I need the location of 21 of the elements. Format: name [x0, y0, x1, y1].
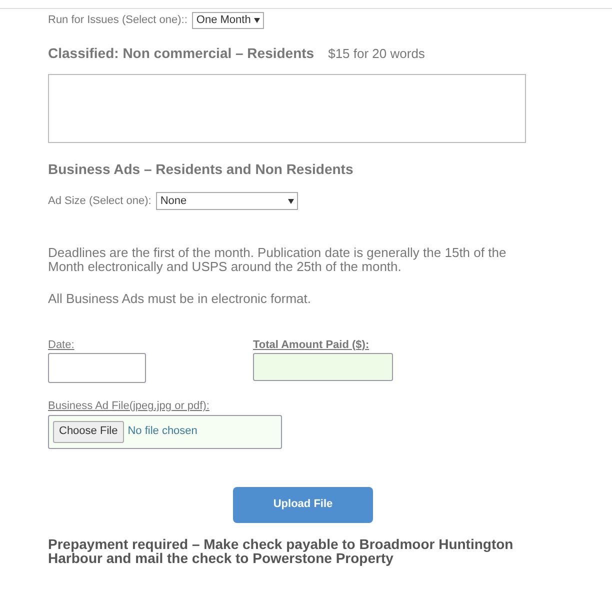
file-field[interactable]: Choose File No file chosen	[48, 414, 282, 448]
file-status: No file chosen	[128, 424, 198, 440]
deadline-note: Deadlines are the first of the month. Publication date is generally the 15th of the Month electronically and USPS around the 25th of the month.	[48, 246, 508, 274]
date-label: Date:	[48, 338, 76, 352]
ad-size-label: Ad Size (Select one):	[48, 194, 152, 209]
total-amount-field[interactable]	[253, 353, 393, 381]
format-note: All Business Ads must be in electronic format.	[48, 290, 312, 308]
date-field[interactable]	[48, 353, 146, 383]
classified-price: $15 for 20 words	[328, 45, 425, 63]
classified-text-area[interactable]	[48, 74, 526, 143]
caret-icon	[254, 18, 260, 23]
ad-size-select[interactable]: None	[156, 192, 298, 210]
classified-heading: Classified: Non commercial – Residents	[48, 44, 314, 63]
file-label: Business Ad File(jpeg,jpg or pdf):	[48, 399, 210, 414]
caret-icon	[288, 198, 294, 204]
run-for-issues-label: Run for Issues (Select one)::	[48, 13, 188, 28]
issues-select[interactable]: One Month	[192, 12, 264, 29]
business-ads-heading: Business Ads – Residents and Non Residents	[48, 160, 354, 179]
prepayment-note: Prepayment required – Make check payable to Broadmoor Huntington Harbour and mail the check to Powerstone Property	[48, 536, 514, 564]
choose-file-button[interactable]: Choose File	[53, 420, 124, 442]
total-amount-label: Total Amount Paid ($):	[253, 338, 370, 352]
